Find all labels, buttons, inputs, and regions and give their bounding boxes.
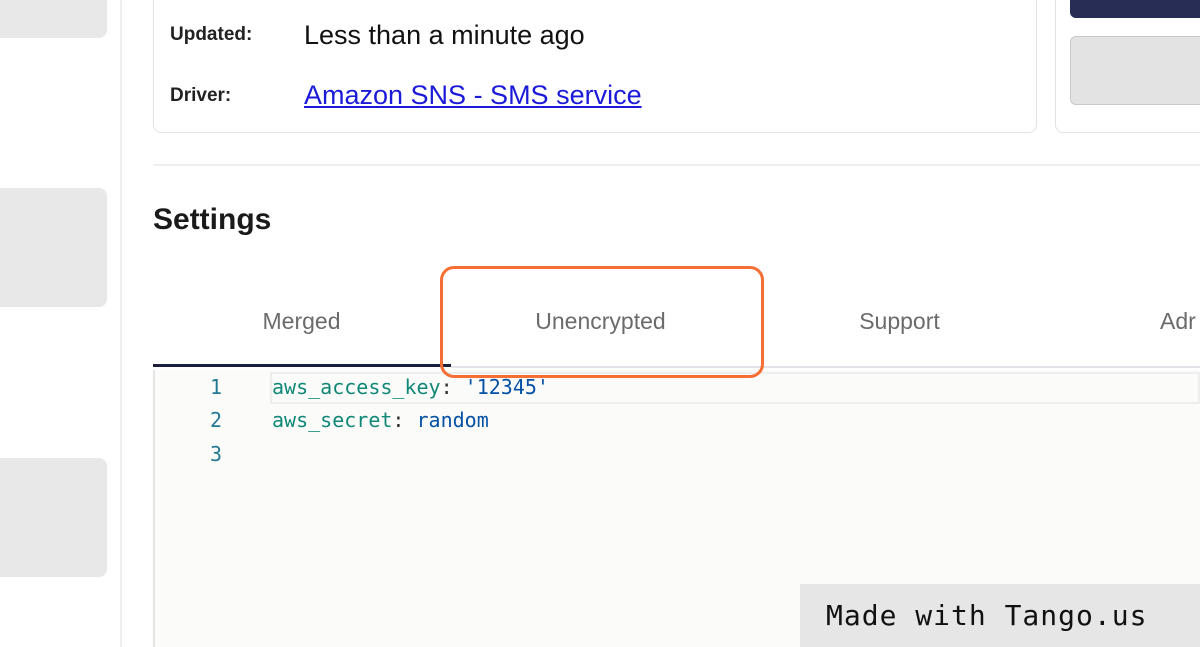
tab-merged[interactable]: Merged xyxy=(152,308,451,335)
driver-label: Driver: xyxy=(170,85,232,106)
tango-highlight-box xyxy=(440,266,764,378)
sidebar-block[interactable] xyxy=(0,458,107,577)
tango-watermark: Made with Tango.us xyxy=(800,584,1200,647)
code-line[interactable]: aws_access_key: '12345' xyxy=(272,375,549,399)
tab-adr[interactable]: Adr xyxy=(1160,308,1200,335)
yaml-separator: : xyxy=(392,408,417,432)
line-number: 1 xyxy=(209,375,222,399)
line-number: 3 xyxy=(209,442,222,466)
active-tab-indicator xyxy=(153,364,451,367)
sidebar-divider xyxy=(120,0,122,647)
primary-action-button[interactable] xyxy=(1070,0,1200,18)
driver-link[interactable]: Amazon SNS - SMS service xyxy=(304,80,642,111)
sidebar-block[interactable] xyxy=(0,0,107,38)
section-divider xyxy=(153,164,1200,166)
yaml-key: aws_secret xyxy=(272,408,393,432)
sidebar-block[interactable] xyxy=(0,188,107,307)
yaml-value: random xyxy=(416,408,489,432)
yaml-key: aws_access_key xyxy=(272,375,441,399)
yaml-value: '12345' xyxy=(464,375,549,399)
code-line[interactable]: aws_secret: random xyxy=(272,408,489,432)
details-card xyxy=(153,0,1037,133)
line-number: 2 xyxy=(209,408,222,432)
tab-support[interactable]: Support xyxy=(750,308,1049,335)
secondary-action-button[interactable] xyxy=(1070,36,1200,105)
settings-heading: Settings xyxy=(153,203,272,236)
updated-value: Less than a minute ago xyxy=(304,20,585,50)
yaml-separator: : xyxy=(440,375,465,399)
updated-label: Updated: xyxy=(170,24,253,45)
